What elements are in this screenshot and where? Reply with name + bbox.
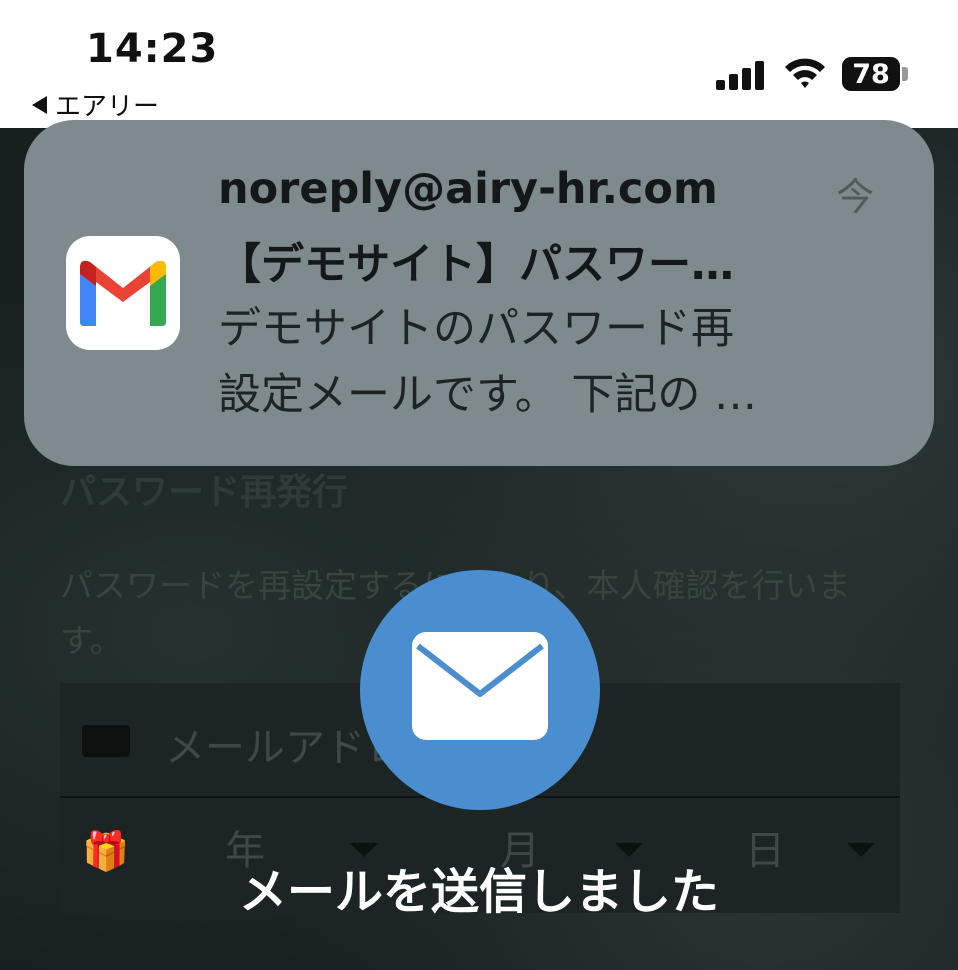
battery-level: 78 — [852, 58, 890, 90]
status-bar: 14:23 エアリー 78 — [0, 0, 958, 128]
battery-icon: 78 — [842, 57, 900, 91]
wifi-icon — [785, 58, 825, 88]
cellular-signal-icon — [716, 60, 768, 90]
status-time: 14:23 — [86, 26, 219, 72]
envelope-icon — [82, 725, 130, 757]
gmail-icon — [66, 236, 180, 350]
notification-body-line: 設定メールです。 下記の … — [218, 370, 758, 420]
notification-subject: 【デモサイト】パスワー… — [218, 240, 734, 290]
toast-message: メールを送信しました — [238, 864, 719, 920]
notification-time: 今 — [836, 175, 875, 219]
back-app-label: エアリー — [55, 92, 160, 122]
back-arrow-icon — [32, 95, 47, 114]
envelope-icon — [412, 632, 548, 740]
notification-body: デモサイトのパスワード再 設定メールです。 下記の … — [218, 296, 878, 428]
toast-circle — [360, 570, 600, 810]
notification-sender: noreply@airy-hr.com — [218, 164, 718, 214]
back-to-app-button[interactable]: エアリー — [32, 86, 159, 123]
notification-body-line: デモサイトのパスワード再 — [218, 304, 734, 354]
battery-cap — [902, 67, 908, 81]
page-heading: パスワード再発行 — [60, 472, 349, 513]
notification-banner[interactable]: noreply@airy-hr.com 今 【デモサイト】パスワー… デモサイト… — [24, 120, 934, 466]
